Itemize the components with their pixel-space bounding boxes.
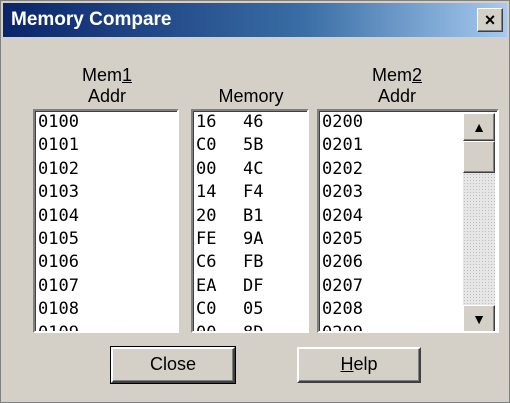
list-item[interactable]: 0107 [35, 275, 177, 298]
byte-value-mem2: 4C [243, 158, 264, 179]
window-title: Memory Compare [11, 9, 172, 30]
byte-value-mem2: 9A [243, 228, 264, 249]
memory-compare-dialog: Memory Compare × Mem1 Addr Memory Mem2 A… [0, 0, 510, 403]
list-item[interactable]: 00 4C [193, 158, 307, 181]
list-item[interactable]: EA DF [193, 275, 307, 298]
list-item[interactable]: 0101 [35, 134, 177, 157]
list-item[interactable]: C6 FB [193, 251, 307, 274]
mem1-addr-label: Mem1 Addr [81, 65, 132, 106]
byte-value-mem1: C0 [196, 299, 217, 320]
byte-value-mem1: C0 [196, 135, 217, 156]
byte-value-mem1: 00 [196, 158, 217, 179]
list-item[interactable]: 0102 [35, 158, 177, 181]
scroll-thumb[interactable] [463, 141, 495, 173]
down-arrow-icon: ▼ [472, 311, 486, 327]
byte-value-mem2: 05 [243, 299, 264, 320]
byte-value-mem1: 14 [196, 182, 217, 203]
byte-value-mem2: F4 [243, 182, 264, 203]
byte-value-mem2: B1 [243, 205, 264, 226]
list-item[interactable]: 0104 [35, 205, 177, 228]
list-item[interactable]: 0105 [35, 228, 177, 251]
byte-value-mem1: 16 [196, 112, 217, 132]
mem1-address-list[interactable]: 0100 0101 0102 0103 0104 0105 0106 0107 0108 0109 [33, 109, 179, 333]
byte-value-mem2: 5B [243, 135, 264, 156]
memory-label: Memory [218, 86, 284, 106]
up-arrow-icon: ▲ [472, 119, 486, 135]
title-bar[interactable]: Memory Compare × [3, 3, 507, 37]
scroll-down-button[interactable]: ▼ [463, 305, 495, 331]
memory-bytes-list[interactable]: 16 46 C0 5B 00 4C 14 F4 20 B1 FE 9A C6 FB EA DF C0 05 00 8D [191, 109, 309, 333]
list-item[interactable]: 0109 [35, 322, 177, 331]
list-item[interactable]: 0100 [35, 111, 177, 134]
list-item[interactable]: 0103 [35, 181, 177, 204]
mem2-access-key: 2 [411, 65, 422, 85]
list-item[interactable]: C0 05 [193, 298, 307, 321]
byte-value-mem1: 00 [196, 322, 217, 333]
mem1-access-key: 1 [121, 65, 132, 85]
list-item[interactable]: 16 46 [193, 111, 307, 134]
list-item[interactable]: 20 B1 [193, 205, 307, 228]
help-button[interactable]: Help [297, 347, 421, 383]
byte-value-mem2: 46 [243, 112, 264, 132]
list-item[interactable]: 00 8D [193, 322, 307, 333]
list-item[interactable]: 0106 [35, 251, 177, 274]
vertical-scrollbar[interactable]: ▲ ▼ [463, 113, 495, 331]
list-item[interactable]: C0 5B [193, 134, 307, 157]
list-item[interactable]: 14 F4 [193, 181, 307, 204]
byte-value-mem1: 20 [196, 205, 217, 226]
help-access-key: H [340, 354, 354, 374]
list-item[interactable]: FE 9A [193, 228, 307, 251]
mem2-addr-label: Mem2 Addr [371, 65, 422, 106]
list-item[interactable]: 0108 [35, 298, 177, 321]
scroll-up-button[interactable]: ▲ [463, 113, 495, 141]
byte-value-mem2: 8D [243, 322, 264, 333]
byte-value-mem2: FB [243, 252, 264, 273]
close-icon: × [484, 10, 496, 30]
mem2-address-list[interactable]: 0200 0201 0202 0203 0204 0205 0206 0207 0208 0209… [317, 109, 499, 333]
close-window-button[interactable]: × [477, 8, 503, 32]
byte-value-mem1: EA [196, 275, 217, 296]
byte-value-mem1: FE [196, 228, 217, 249]
byte-value-mem1: C6 [196, 252, 217, 273]
byte-value-mem2: DF [243, 275, 264, 296]
close-button[interactable]: Close [110, 346, 236, 384]
